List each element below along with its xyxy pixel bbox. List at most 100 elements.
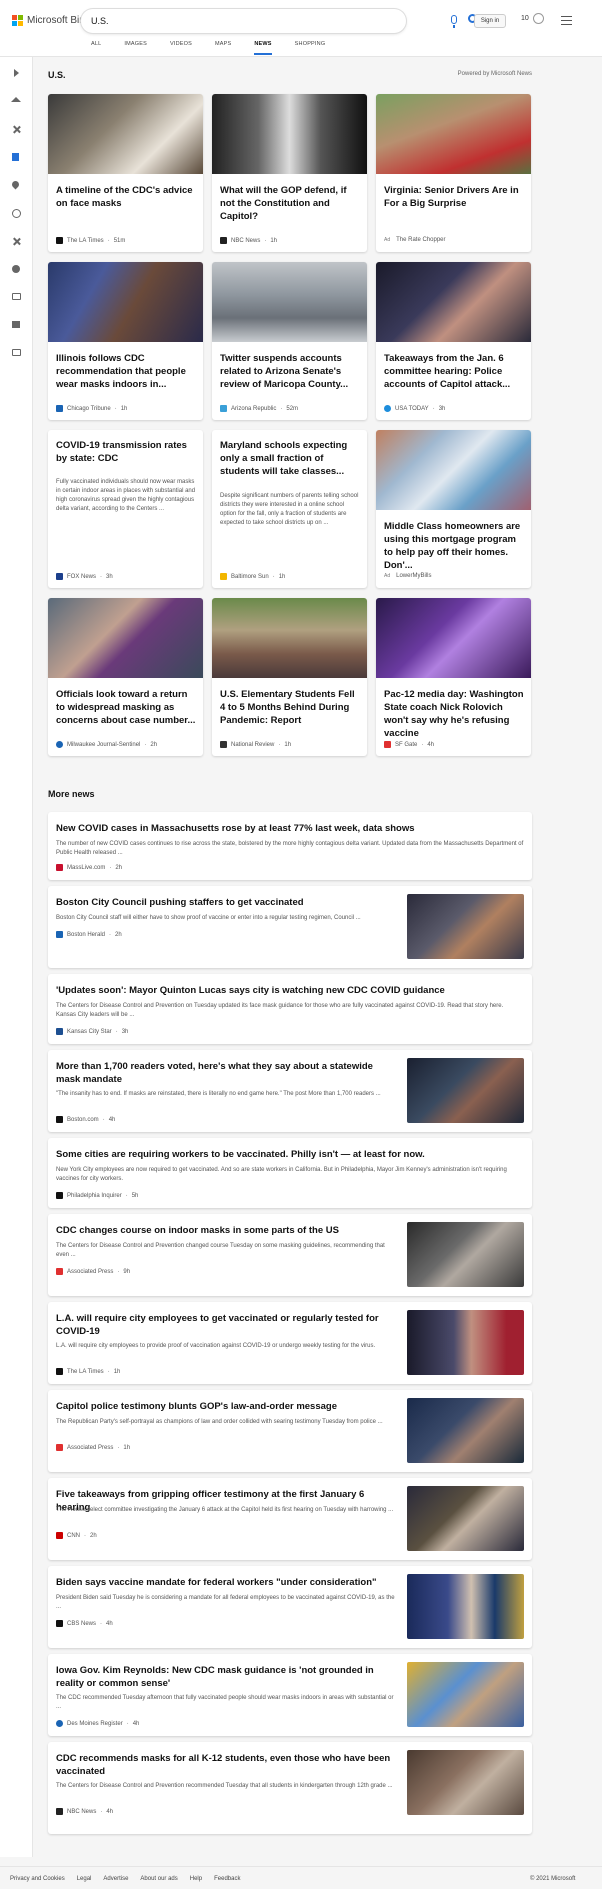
source-name: CBS News [67,1620,97,1627]
rewards-points[interactable]: 10 [521,15,529,22]
news-card[interactable]: Maryland schools expecting only a small … [212,430,367,588]
news-list-item[interactable]: New COVID cases in Massachusetts rose by… [48,812,532,880]
news-card[interactable]: Pac-12 media day: Washington State coach… [376,598,531,756]
news-thumbnail[interactable] [407,1398,524,1463]
news-card[interactable]: COVID-19 transmission rates by state: CD… [48,430,203,588]
news-thumbnail[interactable] [407,1222,524,1287]
card-title[interactable]: Virginia: Senior Drivers Are in For a Bi… [384,184,524,210]
news-list-item[interactable]: Iowa Gov. Kim Reynolds: New CDC mask gui… [48,1654,532,1736]
news-snippet: L.A. will require city employees to prov… [56,1343,376,1349]
news-card[interactable]: Illinois follows CDC recommendation that… [48,262,203,420]
tab-maps[interactable]: MAPS [215,41,231,47]
news-list-item[interactable]: Five takeaways from gripping officer tes… [48,1478,532,1560]
entertainment-icon[interactable] [12,293,21,300]
news-card[interactable]: What will the GOP defend, if not the Con… [212,94,367,252]
news-list-item[interactable]: 'Updates soon': Mayor Quinton Lucas says… [48,974,532,1044]
news-title[interactable]: Capitol police testimony blunts GOP's la… [56,1400,396,1413]
home-icon[interactable] [11,97,21,102]
news-title[interactable]: 'Updates soon': Mayor Quinton Lucas says… [56,984,524,997]
news-list-item[interactable]: Boston City Council pushing staffers to … [48,886,532,968]
news-list-item[interactable]: Capitol police testimony blunts GOP's la… [48,1390,532,1472]
news-title[interactable]: CDC changes course on indoor masks in so… [56,1224,396,1237]
globe-icon[interactable] [12,209,21,218]
news-card[interactable]: Officials look toward a return to widesp… [48,598,203,756]
sign-in-button[interactable]: Sign in [474,14,506,28]
news-title[interactable]: L.A. will require city employees to get … [56,1312,396,1338]
news-card[interactable]: A timeline of the CDC's advice on face m… [48,94,203,252]
news-thumbnail[interactable] [407,1750,524,1815]
card-title[interactable]: Maryland schools expecting only a small … [220,439,360,478]
news-list-item[interactable]: CDC recommends masks for all K-12 studen… [48,1742,532,1834]
tab-shopping[interactable]: SHOPPING [295,41,326,47]
news-title[interactable]: New COVID cases in Massachusetts rose by… [56,822,524,835]
news-thumbnail[interactable] [407,1486,524,1551]
news-thumbnail[interactable] [407,1310,524,1375]
ad-card[interactable]: Middle Class homeowners are using this m… [376,430,531,588]
news-title[interactable]: Iowa Gov. Kim Reynolds: New CDC mask gui… [56,1664,396,1690]
powered-by[interactable]: Powered by Microsoft News [440,71,532,77]
card-title[interactable]: Takeaways from the Jan. 6 committee hear… [384,352,524,391]
microphone-icon[interactable] [451,15,457,28]
card-title[interactable]: What will the GOP defend, if not the Con… [220,184,360,223]
rewards-icon[interactable] [533,13,544,24]
menu-icon[interactable] [561,16,572,27]
news-thumbnail[interactable] [407,1058,524,1123]
science-icon[interactable] [12,237,21,246]
location-icon[interactable] [10,179,21,190]
news-list-item[interactable]: Biden says vaccine mandate for federal w… [48,1566,532,1648]
footer-link-feedback[interactable]: Feedback [214,1876,240,1882]
expand-icon[interactable] [14,69,19,77]
news-card[interactable]: Twitter suspends accounts related to Ari… [212,262,367,420]
source-logo-icon [56,1808,63,1815]
ad-image [376,94,531,174]
news-title[interactable]: Boston City Council pushing staffers to … [56,896,396,909]
building-icon[interactable] [12,321,20,328]
news-title[interactable]: CDC recommends masks for all K-12 studen… [56,1752,396,1778]
source-name: Baltimore Sun [231,573,269,580]
news-card[interactable]: Takeaways from the Jan. 6 committee hear… [376,262,531,420]
news-snippet: President Biden said Tuesday he is consi… [56,1595,395,1610]
flag-icon[interactable] [12,153,19,161]
card-title[interactable]: Officials look toward a return to widesp… [56,688,196,727]
news-list-item[interactable]: L.A. will require city employees to get … [48,1302,532,1384]
tab-images[interactable]: IMAGES [124,41,147,47]
news-list-item[interactable]: Some cities are requiring workers to be … [48,1138,532,1208]
news-title[interactable]: Biden says vaccine mandate for federal w… [56,1576,396,1589]
footer-link-about-ads[interactable]: About our ads [140,1876,177,1882]
news-thumbnail[interactable] [407,894,524,959]
source-name: Boston Herald [67,931,106,938]
source-time: 2h [90,1532,97,1539]
footer-link-privacy[interactable]: Privacy and Cookies [10,1876,65,1882]
card-title[interactable]: U.S. Elementary Students Fell 4 to 5 Mon… [220,688,360,727]
news-card[interactable]: U.S. Elementary Students Fell 4 to 5 Mon… [212,598,367,756]
card-title[interactable]: Pac-12 media day: Washington State coach… [384,688,524,740]
money-icon[interactable] [12,349,21,356]
card-title[interactable]: Illinois follows CDC recommendation that… [56,352,196,391]
card-title[interactable]: A timeline of the CDC's advice on face m… [56,184,196,210]
footer-link-advertise[interactable]: Advertise [103,1876,128,1882]
footer-link-help[interactable]: Help [190,1876,202,1882]
ad-card[interactable]: Virginia: Senior Drivers Are in For a Bi… [376,94,531,252]
source-logo-icon [56,1028,63,1035]
ad-label: Ad [384,237,391,243]
tab-all[interactable]: ALL [91,41,101,47]
news-title[interactable]: Some cities are requiring workers to be … [56,1148,524,1161]
tab-videos[interactable]: VIDEOS [170,41,192,47]
card-title[interactable]: COVID-19 transmission rates by state: CD… [56,439,196,465]
news-list-item[interactable]: More than 1,700 readers voted, here's wh… [48,1050,532,1132]
search-input[interactable] [91,13,341,29]
bing-logo[interactable]: Microsoft Bing [12,15,90,26]
news-snippet: New York City employees are now required… [56,1167,507,1182]
source-time: 1h [113,1368,121,1375]
card-title[interactable]: Middle Class homeowners are using this m… [384,520,524,572]
tools-icon[interactable] [12,125,21,134]
tab-news[interactable]: NEWS [254,41,272,55]
card-title[interactable]: Twitter suspends accounts related to Ari… [220,352,360,391]
source-name: LowerMyBills [396,573,432,579]
news-list-item[interactable]: CDC changes course on indoor masks in so… [48,1214,532,1296]
news-title[interactable]: More than 1,700 readers voted, here's wh… [56,1060,396,1086]
news-thumbnail[interactable] [407,1662,524,1727]
rocket-icon[interactable] [12,265,20,273]
news-thumbnail[interactable] [407,1574,524,1639]
footer-link-legal[interactable]: Legal [77,1876,92,1882]
